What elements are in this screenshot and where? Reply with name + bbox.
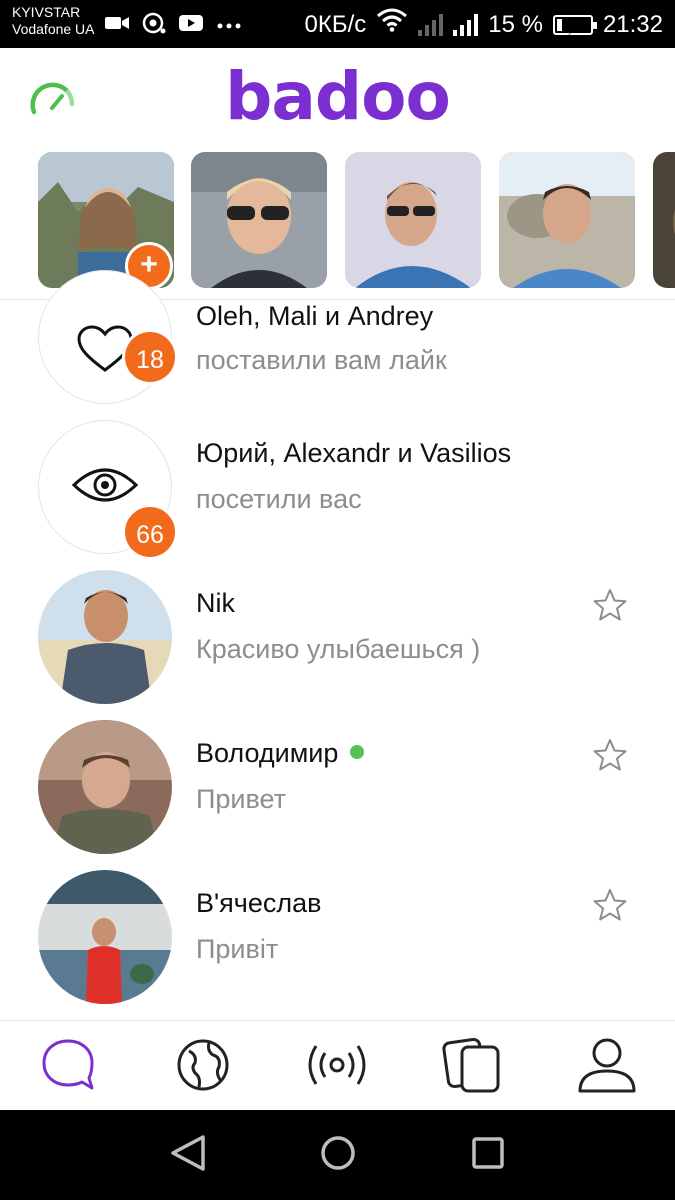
globe-icon (175, 1037, 231, 1098)
signal-icon-2 (453, 13, 479, 36)
visits-avatar: 66 (38, 420, 178, 560)
video-icon (104, 13, 130, 38)
bottom-navigation (0, 1020, 675, 1110)
favorite-star-icon[interactable] (592, 738, 628, 777)
nav-encounters[interactable] (440, 1037, 504, 1097)
avatar (38, 720, 172, 854)
eye-icon (71, 465, 139, 510)
contact-name-text: Володимир (196, 738, 339, 768)
profile-icon (577, 1037, 637, 1098)
likes-title: Oleh, Mali и Andrey (196, 301, 434, 331)
clock: 21:32 (602, 10, 663, 38)
story-3[interactable] (345, 152, 481, 288)
wifi-icon (376, 8, 408, 41)
favorite-star-icon[interactable] (592, 888, 628, 927)
story-4[interactable] (499, 152, 635, 288)
online-indicator (350, 744, 365, 759)
likes-subtitle: поставили вам лайк (196, 345, 447, 375)
carrier-labels: KYIVSTAR Vodafone UA (12, 4, 95, 38)
nav-profile[interactable] (575, 1037, 639, 1097)
youtube-icon (178, 13, 204, 38)
battery-icon: ⚡ (552, 14, 597, 39)
carrier-2: Vodafone UA (12, 21, 95, 37)
likes-count-badge: 18 (122, 329, 178, 385)
status-right: 0КБ/с 15 % ⚡ 21:32 (304, 8, 663, 41)
more-icon (216, 17, 242, 35)
back-icon (169, 1133, 207, 1178)
nav-messages[interactable] (36, 1037, 100, 1097)
system-navigation (0, 1110, 675, 1200)
home-icon (318, 1133, 358, 1178)
last-message: Красиво улыбаешься ) (196, 634, 481, 664)
avatar-photo (38, 870, 172, 1004)
camera-icon (142, 12, 166, 39)
app-header: badoo (0, 48, 675, 148)
battery-level: 15 % (488, 10, 543, 38)
contact-name: В'ячеслав (196, 888, 322, 918)
recents-icon (470, 1135, 506, 1176)
contact-name: Nik (196, 588, 235, 618)
avatar-photo (38, 720, 172, 854)
avatar (38, 570, 172, 704)
nav-people-nearby[interactable] (171, 1037, 235, 1097)
story-5[interactable] (653, 152, 675, 288)
visits-count-badge: 66 (122, 504, 178, 560)
visits-subtitle: посетили вас (196, 484, 362, 514)
status-bar: KYIVSTAR Vodafone UA 0КБ/с 15 % ⚡ 21:32 (0, 0, 675, 48)
chat-bubble-icon (40, 1038, 96, 1097)
last-message: Привет (196, 784, 287, 814)
likes-avatar: 18 (38, 270, 178, 404)
recents-button[interactable] (465, 1132, 511, 1178)
back-button[interactable] (165, 1132, 211, 1178)
visits-row[interactable]: 66 Юрий, Alexandr и Vasilios посетили ва… (0, 410, 675, 560)
favorite-star-icon[interactable] (592, 588, 628, 627)
chat-row[interactable]: В'ячеслав Привіт (0, 860, 675, 1010)
chat-row[interactable]: Володимир Привет (0, 710, 675, 860)
network-speed: 0КБ/с (304, 10, 367, 38)
carrier-1: KYIVSTAR (12, 4, 81, 20)
cards-icon (442, 1035, 502, 1100)
home-button[interactable] (315, 1132, 361, 1178)
visits-title: Юрий, Alexandr и Vasilios (196, 438, 512, 468)
story-2[interactable] (191, 152, 327, 288)
contact-name: Володимир (196, 738, 365, 769)
broadcast-icon (305, 1041, 369, 1094)
badoo-logo: badoo (225, 58, 451, 135)
notification-icons (104, 12, 242, 39)
signal-icon-1 (418, 13, 444, 36)
chat-row[interactable]: Nik Красиво улыбаешься ) (0, 560, 675, 710)
avatar (38, 870, 172, 1004)
nav-live[interactable] (305, 1037, 369, 1097)
avatar-photo (38, 570, 172, 704)
last-message: Привіт (196, 934, 279, 964)
